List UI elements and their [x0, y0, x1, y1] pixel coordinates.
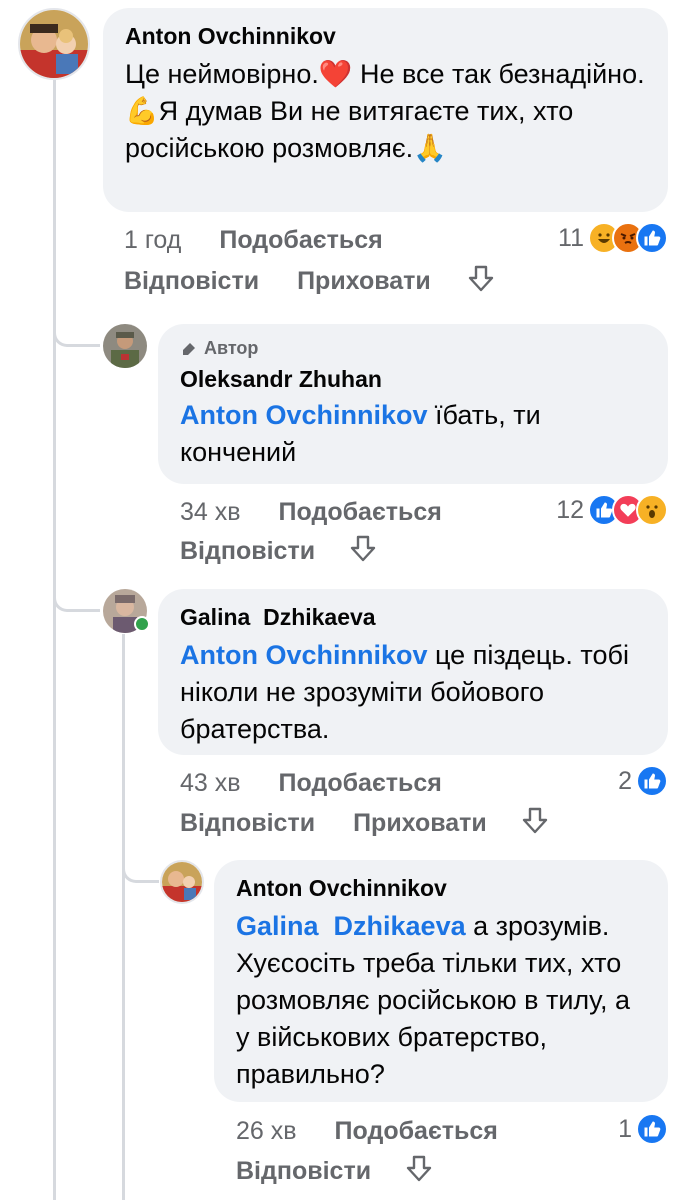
avatar-photo-icon	[20, 10, 88, 78]
like-button[interactable]: Подобається	[219, 226, 382, 255]
like-button[interactable]: Подобається	[335, 1117, 498, 1146]
avatar-photo-icon	[162, 862, 202, 902]
comment-actions: Відповісти Приховати	[180, 806, 549, 841]
comment-meta: 34 хв Подобається	[180, 498, 442, 527]
comment-meta: 1 год Подобається	[124, 226, 383, 255]
thread-line-main	[53, 78, 56, 1200]
comment-text: Galina Dzhikaeva а зрозумів. Хуєсосіть т…	[236, 908, 646, 1093]
comment-author[interactable]: Galina Dzhikaeva	[180, 603, 646, 631]
comment-time[interactable]: 26 хв	[236, 1117, 297, 1146]
reaction-count: 11	[558, 223, 584, 252]
like-reaction-icon	[636, 765, 668, 797]
reaction-count: 12	[556, 495, 584, 524]
comment-bubble: Автор Oleksandr Zhuhan Anton Ovchinnikov…	[158, 324, 668, 484]
comment-author[interactable]: Anton Ovchinnikov	[236, 874, 646, 902]
wow-reaction-icon	[636, 494, 668, 526]
comment-bubble: Anton Ovchinnikov Це неймовірно.❤️ Не вс…	[103, 8, 668, 212]
comment-text: Це неймовірно.❤️ Не все так безнадійно. …	[125, 59, 645, 163]
downvote-arrow-icon[interactable]	[349, 534, 377, 569]
downvote-arrow-icon[interactable]	[467, 264, 495, 299]
comment-text: Anton Ovchinnikov їбать, ти кончений	[180, 397, 646, 471]
like-reaction-icon	[636, 1113, 668, 1145]
thread-elbow-2	[53, 565, 100, 612]
avatar[interactable]	[103, 324, 147, 368]
hide-button[interactable]: Приховати	[353, 809, 487, 838]
reaction-summary[interactable]: 12	[556, 494, 668, 526]
thread-line-sub	[122, 634, 125, 1200]
like-reaction-icon	[636, 222, 668, 254]
reaction-summary[interactable]: 11	[558, 222, 668, 254]
comment-bubble: Galina Dzhikaeva Anton Ovchinnikov це пі…	[158, 589, 668, 755]
author-badge: Автор	[180, 338, 646, 359]
comment-meta: 26 хв Подобається	[236, 1117, 498, 1146]
reply-button[interactable]: Відповісти	[236, 1157, 371, 1186]
downvote-arrow-icon[interactable]	[405, 1154, 433, 1189]
reaction-summary[interactable]: 2	[618, 765, 668, 797]
thread-elbow-1	[53, 300, 100, 347]
reaction-count: 2	[618, 766, 632, 795]
avatar-photo-icon	[103, 324, 147, 368]
comment-actions: Відповісти	[236, 1154, 433, 1189]
comment-text: Anton Ovchinnikov це піздець. тобі нікол…	[180, 637, 646, 748]
reply-button[interactable]: Відповісти	[180, 537, 315, 566]
like-button[interactable]: Подобається	[279, 498, 442, 527]
comment-actions: Відповісти	[180, 534, 377, 569]
comment-actions: Відповісти Приховати	[124, 264, 495, 299]
downvote-arrow-icon[interactable]	[521, 806, 549, 841]
mention-link[interactable]: Galina Dzhikaeva	[236, 911, 466, 941]
comment-author[interactable]: Oleksandr Zhuhan	[180, 365, 646, 393]
reply-button[interactable]: Відповісти	[124, 267, 259, 296]
comment-time[interactable]: 34 хв	[180, 498, 241, 527]
online-status-icon	[134, 616, 150, 632]
hide-button[interactable]: Приховати	[297, 267, 431, 296]
comment-time[interactable]: 1 год	[124, 226, 181, 255]
thread-elbow-3	[122, 840, 159, 883]
comment-time[interactable]: 43 хв	[180, 769, 241, 798]
like-button[interactable]: Подобається	[279, 769, 442, 798]
mention-link[interactable]: Anton Ovchinnikov	[180, 400, 428, 430]
microphone-icon	[183, 342, 195, 355]
author-badge-label: Автор	[204, 338, 259, 358]
reaction-count: 1	[618, 1114, 632, 1143]
comment-bubble: Anton Ovchinnikov Galina Dzhikaeva а зро…	[214, 860, 668, 1102]
comment-meta: 43 хв Подобається	[180, 769, 442, 798]
mention-link[interactable]: Anton Ovchinnikov	[180, 640, 428, 670]
reaction-summary[interactable]: 1	[618, 1113, 668, 1145]
avatar[interactable]	[18, 8, 90, 80]
comment-author[interactable]: Anton Ovchinnikov	[125, 22, 646, 50]
reply-button[interactable]: Відповісти	[180, 809, 315, 838]
avatar[interactable]	[160, 860, 204, 904]
